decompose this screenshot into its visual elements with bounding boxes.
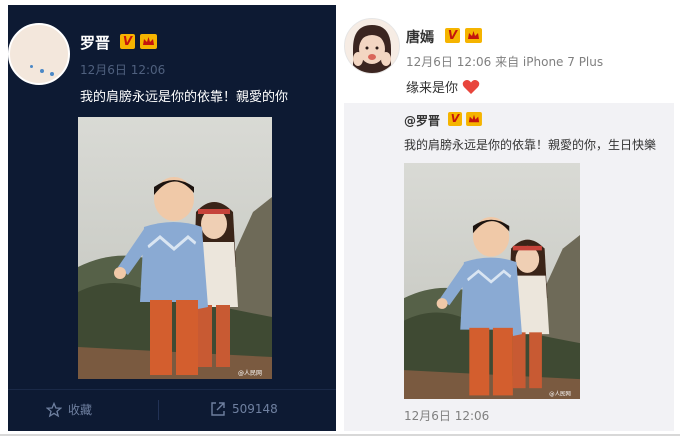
heart-icon <box>462 79 480 94</box>
post-time[interactable]: 12月6日 12:06 <box>80 61 165 78</box>
repost-photo[interactable]: @人民网 <box>404 163 580 399</box>
crown-badge-icon <box>466 112 482 126</box>
repost-time[interactable]: 12月6日 12:06 <box>404 407 489 424</box>
verified-badge-icon: V <box>120 34 135 49</box>
post-text: 我的肩膀永远是你的依靠！親愛的你 <box>80 90 289 105</box>
post-meta[interactable]: 12月6日 12:06 来自 iPhone 7 Plus <box>406 53 603 70</box>
post-photo[interactable]: @人民网 <box>78 117 272 379</box>
bottom-divider <box>0 434 680 436</box>
svg-text:@人民网: @人民网 <box>238 370 262 377</box>
post-text-row: 缘来是你 <box>406 77 480 96</box>
repost-button[interactable]: 509148 <box>210 401 278 417</box>
right-weibo-post: 唐嫣 V 12月6日 12:06 来自 iPhone 7 Plus 缘来是你 @… <box>344 5 674 431</box>
favorite-label: 收藏 <box>68 403 93 417</box>
repost-author[interactable]: @罗晋 <box>404 112 440 129</box>
repost-text: 我的肩膀永远是你的依靠！親愛的你，生日快樂 <box>404 138 657 152</box>
verified-badge-icon: V <box>445 28 460 43</box>
action-divider <box>158 400 159 420</box>
svg-text:@人民网: @人民网 <box>549 390 571 397</box>
author-name[interactable]: 罗晋 <box>80 32 110 53</box>
star-icon <box>46 401 62 417</box>
avatar[interactable] <box>8 23 70 85</box>
favorite-button[interactable]: 收藏 <box>46 401 92 418</box>
crown-badge-icon <box>465 28 482 43</box>
post-text: 缘来是你 <box>406 81 459 96</box>
repost-count: 509148 <box>232 402 278 416</box>
crown-badge-icon <box>140 34 157 49</box>
avatar[interactable] <box>344 18 400 74</box>
action-bar: 收藏 509148 <box>8 390 336 431</box>
repost-icon <box>211 402 225 416</box>
author-name[interactable]: 唐嫣 <box>406 27 434 47</box>
left-weibo-post: 罗晋 V 12月6日 12:06 我的肩膀永远是你的依靠！親愛的你 @人民网 收… <box>8 5 336 431</box>
verified-badge-icon: V <box>448 112 462 126</box>
reposted-weibo: @罗晋 V 我的肩膀永远是你的依靠！親愛的你，生日快樂 @人民网 12月6日 1… <box>344 103 674 431</box>
